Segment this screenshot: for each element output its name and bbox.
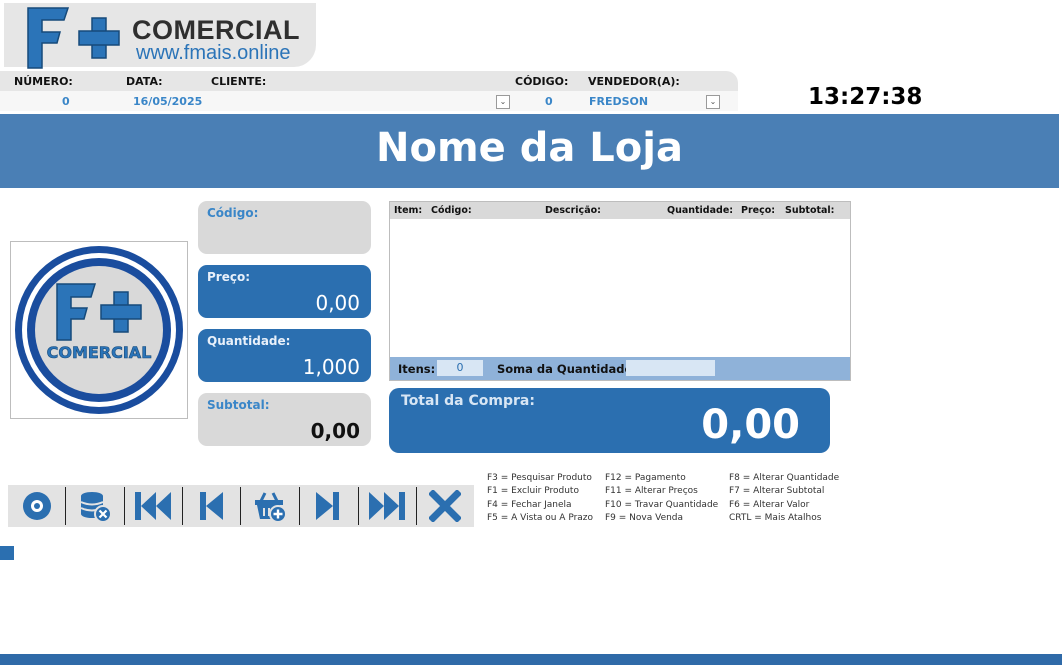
last-record-button[interactable] — [358, 485, 416, 527]
items-table-header: Item: Código: Descrição: Quantidade: Pre… — [390, 202, 850, 219]
column-header-quantidade: Quantidade: — [667, 205, 734, 216]
shortcuts-column-1: F3 = Pesquisar Produto F1 = Excluir Prod… — [487, 472, 593, 525]
items-table-footer: Itens: 0 Soma da Quantidade: — [390, 357, 850, 380]
itens-label: Itens: — [398, 362, 436, 376]
first-record-icon — [135, 492, 171, 520]
shortcut-text: F7 = Alterar Subtotal — [729, 486, 825, 497]
comercial-logo-icon: COMERCIAL — [15, 246, 183, 414]
close-icon — [429, 490, 461, 522]
total-compra-value: 0,00 — [701, 402, 800, 448]
next-record-icon — [316, 492, 339, 520]
cliente-field[interactable] — [211, 95, 496, 109]
action-toolbar — [8, 485, 474, 527]
first-record-button[interactable] — [124, 485, 182, 527]
disc-icon — [23, 492, 51, 520]
shortcuts-column-3: F8 = Alterar Quantidade F7 = Alterar Sub… — [729, 472, 839, 525]
clock: 13:27:38 — [808, 84, 923, 110]
vendedor-value[interactable]: FREDSON — [589, 95, 648, 108]
database-remove-button[interactable] — [66, 485, 124, 527]
soma-quantidade-value — [626, 360, 715, 376]
numero-value: 0 — [62, 95, 70, 108]
total-compra-panel: Total da Compra: 0,00 — [389, 388, 830, 453]
soma-quantidade-label: Soma da Quantidade: — [497, 362, 637, 376]
subtotal-field[interactable]: Subtotal: 0,00 — [198, 393, 371, 446]
basket-add-icon — [255, 492, 287, 523]
data-label: DATA: — [126, 75, 163, 88]
bottom-bar — [0, 654, 1062, 665]
store-name: Nome da Loja — [376, 125, 683, 171]
last-record-icon — [369, 492, 405, 520]
codigo-field[interactable]: Código: — [198, 201, 371, 254]
shortcuts-column-2: F12 = Pagamento F11 = Alterar Preços F10… — [605, 472, 718, 525]
quantidade-field-value[interactable]: 1,000 — [303, 355, 360, 379]
shortcut-text: F4 = Fechar Janela — [487, 499, 572, 510]
preco-field-value[interactable]: 0,00 — [315, 291, 360, 315]
column-header-item: Item: — [394, 205, 423, 216]
shortcut-text: F3 = Pesquisar Produto — [487, 473, 592, 483]
brand-url: www.fmais.online — [136, 42, 291, 64]
shortcut-text: F1 = Excluir Produto — [487, 486, 579, 497]
shortcut-text: F10 = Travar Quantidade — [605, 499, 719, 510]
itens-count: 0 — [437, 360, 483, 376]
previous-record-icon — [200, 492, 223, 520]
items-table[interactable]: Item: Código: Descrição: Quantidade: Pre… — [389, 201, 851, 381]
preco-field-label: Preço: — [207, 270, 251, 284]
cliente-label: CLIENTE: — [211, 75, 267, 88]
disc-button[interactable] — [8, 485, 66, 527]
shortcut-text: F5 = A Vista ou A Prazo — [487, 512, 594, 523]
shortcut-text: F11 = Alterar Preços — [605, 486, 698, 497]
brand-logo-icon — [27, 7, 120, 69]
preco-field[interactable]: Preço: 0,00 — [198, 265, 371, 318]
codigo-field-label: Código: — [207, 206, 259, 220]
data-value[interactable]: 16/05/2025 — [133, 95, 202, 108]
product-image: COMERCIAL — [10, 241, 188, 419]
shortcut-text: F9 = Nova Venda — [605, 512, 684, 523]
shortcut-text: F12 = Pagamento — [605, 473, 686, 483]
cliente-dropdown-icon[interactable]: ⌄ — [496, 95, 510, 109]
numero-label: NÚMERO: — [14, 75, 73, 88]
quantidade-field-label: Quantidade: — [207, 334, 291, 348]
close-button[interactable] — [416, 485, 474, 527]
column-header-codigo: Código: — [431, 205, 472, 216]
vendedor-dropdown-icon[interactable]: ⌄ — [706, 95, 720, 109]
total-compra-label: Total da Compra: — [401, 393, 535, 409]
codigo-cliente-value[interactable]: 0 — [545, 95, 553, 108]
subtotal-field-value[interactable]: 0,00 — [311, 419, 360, 443]
previous-record-button[interactable] — [182, 485, 240, 527]
logo-caption: COMERCIAL — [47, 343, 152, 362]
vendedor-label: VENDEDOR(A): — [588, 75, 680, 88]
shortcut-text: F8 = Alterar Quantidade — [729, 473, 840, 483]
shortcut-text: F6 = Alterar Valor — [729, 499, 810, 510]
column-header-subtotal: Subtotal: — [785, 205, 835, 216]
codigo-cliente-label: CÓDIGO: — [515, 75, 569, 88]
corner-marker — [0, 546, 14, 560]
column-header-descricao: Descrição: — [545, 205, 601, 216]
quantidade-field[interactable]: Quantidade: 1,000 — [198, 329, 371, 382]
next-record-button[interactable] — [299, 485, 357, 527]
shortcut-text: CRTL = Mais Atalhos — [729, 512, 822, 523]
column-header-preco: Preço: — [741, 205, 776, 216]
basket-add-button[interactable] — [241, 485, 299, 527]
database-remove-icon — [80, 492, 112, 523]
subtotal-field-label: Subtotal: — [207, 398, 270, 412]
